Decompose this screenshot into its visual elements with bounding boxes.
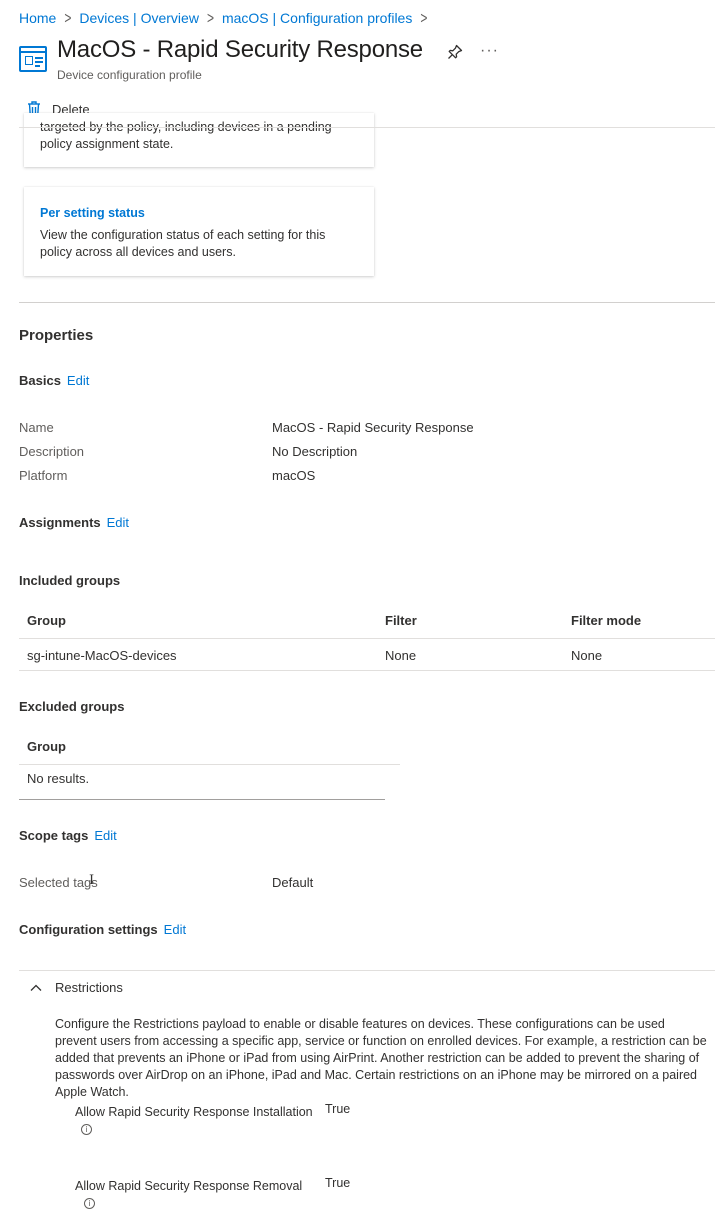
breadcrumb-separator: > <box>206 8 214 28</box>
setting-value: True <box>325 1102 351 1116</box>
setting-label: Allow Rapid Security Response Installati… <box>75 1104 315 1138</box>
chevron-up-icon <box>30 984 42 991</box>
restrictions-label: Restrictions <box>55 980 123 995</box>
properties-heading: Properties <box>19 327 94 344</box>
configuration-settings-divider <box>19 970 715 971</box>
setting-label-text: Allow Rapid Security Response Installati… <box>75 1105 313 1119</box>
basics-header: Basics Edit <box>19 373 89 388</box>
configuration-profile-icon <box>19 46 47 72</box>
breadcrumb: Home > Devices | Overview > macOS | Conf… <box>19 8 435 28</box>
platform-label: Platform <box>19 468 68 483</box>
page-title: MacOS - Rapid Security Response <box>57 36 423 63</box>
setting-label: Allow Rapid Security Response Removal i <box>75 1178 310 1212</box>
pin-icon[interactable] <box>446 43 464 61</box>
excluded-column-group[interactable]: Group <box>27 739 66 754</box>
more-icon[interactable]: ··· <box>480 42 499 60</box>
setting-value: True <box>325 1176 351 1190</box>
included-column-group[interactable]: Group <box>27 613 66 628</box>
command-bar-divider <box>19 127 715 128</box>
basics-edit-link[interactable]: Edit <box>67 373 89 388</box>
info-icon[interactable]: i <box>81 1124 92 1136</box>
per-setting-status-title[interactable]: Per setting status <box>40 206 145 220</box>
description-value: No Description <box>272 444 358 459</box>
excluded-groups-heading: Excluded groups <box>19 699 125 714</box>
info-icon[interactable]: i <box>84 1198 95 1210</box>
breadcrumb-separator: > <box>420 8 428 28</box>
configuration-settings-edit-link[interactable]: Edit <box>164 922 186 937</box>
table-bottom-divider <box>19 799 385 800</box>
per-setting-status-card[interactable]: Per setting status View the configuratio… <box>24 187 374 276</box>
filter-cell: None <box>385 648 417 663</box>
table-row[interactable]: sg-intune-MacOS-devices None None <box>19 639 715 670</box>
selected-tags-label: Selected tags <box>19 875 98 890</box>
breadcrumb-separator: > <box>64 8 72 28</box>
platform-value: macOS <box>272 468 316 483</box>
text-cursor: I <box>89 873 95 888</box>
scope-tags-heading: Scope tags <box>19 828 89 843</box>
assignments-header: Assignments Edit <box>19 515 129 530</box>
basics-heading: Basics <box>19 373 61 388</box>
name-value: MacOS - Rapid Security Response <box>272 420 474 435</box>
breadcrumb-home[interactable]: Home <box>19 10 56 26</box>
group-cell: sg-intune-MacOS-devices <box>27 648 177 663</box>
included-column-filter-mode[interactable]: Filter mode <box>571 613 641 628</box>
no-results-text: No results. <box>27 771 90 786</box>
assignments-edit-link[interactable]: Edit <box>107 515 129 530</box>
assignments-heading: Assignments <box>19 515 101 530</box>
status-card-text: targeted by the policy, including device… <box>40 120 332 151</box>
included-groups-heading: Included groups <box>19 573 121 588</box>
per-setting-status-text: View the configuration status of each se… <box>40 228 326 259</box>
selected-tags-value: Default <box>272 875 314 890</box>
breadcrumb-macos-configuration-profiles[interactable]: macOS | Configuration profiles <box>222 10 412 26</box>
table-row-divider <box>19 670 715 671</box>
table-header-divider <box>19 764 400 765</box>
status-card[interactable]: targeted by the policy, including device… <box>24 113 374 167</box>
configuration-settings-heading: Configuration settings <box>19 922 158 937</box>
name-label: Name <box>19 420 54 435</box>
setting-label-text: Allow Rapid Security Response Removal <box>75 1179 303 1193</box>
scope-tags-header: Scope tags Edit <box>19 828 117 843</box>
configuration-settings-header: Configuration settings Edit <box>19 922 186 937</box>
description-label: Description <box>19 444 85 459</box>
section-divider <box>19 302 715 303</box>
breadcrumb-devices-overview[interactable]: Devices | Overview <box>79 10 199 26</box>
restrictions-description: Configure the Restrictions payload to en… <box>55 1017 707 1099</box>
restrictions-toggle[interactable]: Restrictions <box>29 980 123 995</box>
page-subtitle: Device configuration profile <box>57 68 202 82</box>
filter-mode-cell: None <box>571 648 603 663</box>
included-column-filter[interactable]: Filter <box>385 613 417 628</box>
scope-tags-edit-link[interactable]: Edit <box>94 828 116 843</box>
